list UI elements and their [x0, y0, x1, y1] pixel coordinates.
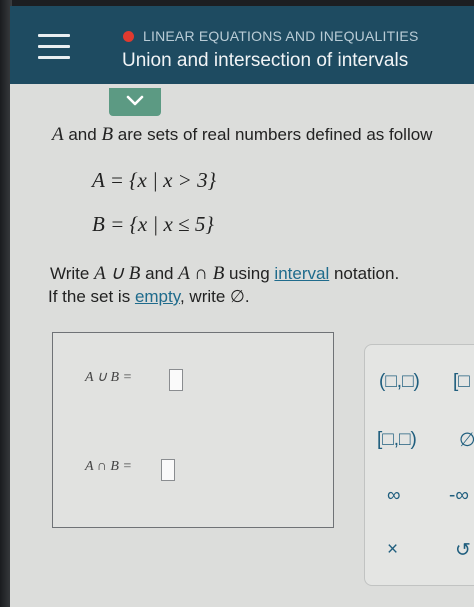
instruction-using: using — [229, 264, 270, 283]
intersection-answer-label: A ∩ B = — [85, 459, 132, 474]
set-b-definition: B = {x | x ≤ 5} — [92, 212, 214, 236]
empty-suffix: , write ∅. — [179, 287, 250, 306]
intro-and: and — [68, 125, 97, 144]
half-open-interval-button[interactable]: [□ — [453, 371, 470, 393]
math-keypad: (□,□) [□ [□,□) ∅ ∞ -∞ × ↺ — [364, 344, 474, 586]
clear-button[interactable]: × — [387, 539, 398, 561]
intersection-answer-input[interactable] — [161, 459, 175, 481]
empty-link[interactable]: empty — [135, 287, 180, 306]
instruction-line: Write A ∪ B and A ∩ B using interval not… — [50, 262, 399, 285]
instruction-notation: notation. — [333, 264, 400, 283]
instruction-union: A ∪ B — [94, 263, 141, 284]
infinity-button[interactable]: ∞ — [387, 485, 401, 507]
instruction-write: Write — [50, 264, 90, 283]
negative-infinity-button[interactable]: -∞ — [449, 485, 469, 507]
hamburger-menu-icon[interactable] — [38, 34, 70, 60]
empty-set-instruction: If the set is empty, write ∅. — [48, 287, 250, 307]
union-answer-input[interactable] — [169, 369, 183, 391]
set-a-symbol: A — [52, 124, 64, 145]
open-interval-button[interactable]: (□,□) — [379, 371, 420, 393]
topic-label: LINEAR EQUATIONS AND INEQUALITIES — [143, 28, 419, 44]
union-answer-label: A ∪ B = — [85, 370, 133, 385]
closed-open-interval-button[interactable]: [□,□) — [377, 429, 417, 451]
instruction-and: and — [145, 264, 174, 283]
set-a-definition: A = {x | x > 3} — [92, 168, 217, 192]
undo-button[interactable]: ↺ — [455, 539, 471, 562]
header-bar: LINEAR EQUATIONS AND INEQUALITIES Union … — [10, 6, 474, 84]
chevron-down-icon — [126, 95, 144, 106]
answer-panel: A ∪ B = A ∩ B = — [52, 332, 334, 528]
intro-text: are sets of real numbers defined as foll… — [117, 125, 433, 144]
collapse-toggle-button[interactable] — [109, 88, 161, 116]
interval-link[interactable]: interval — [274, 264, 329, 283]
empty-prefix: If the set is — [48, 287, 131, 306]
instruction-intersection: A ∩ B — [178, 263, 225, 284]
empty-set-button[interactable]: ∅ — [459, 429, 474, 452]
page-title: Union and intersection of intervals — [122, 50, 409, 71]
topic-status-dot — [123, 31, 134, 42]
set-b-symbol: B — [101, 124, 114, 145]
problem-intro: A and B are sets of real numbers defined… — [52, 124, 432, 146]
